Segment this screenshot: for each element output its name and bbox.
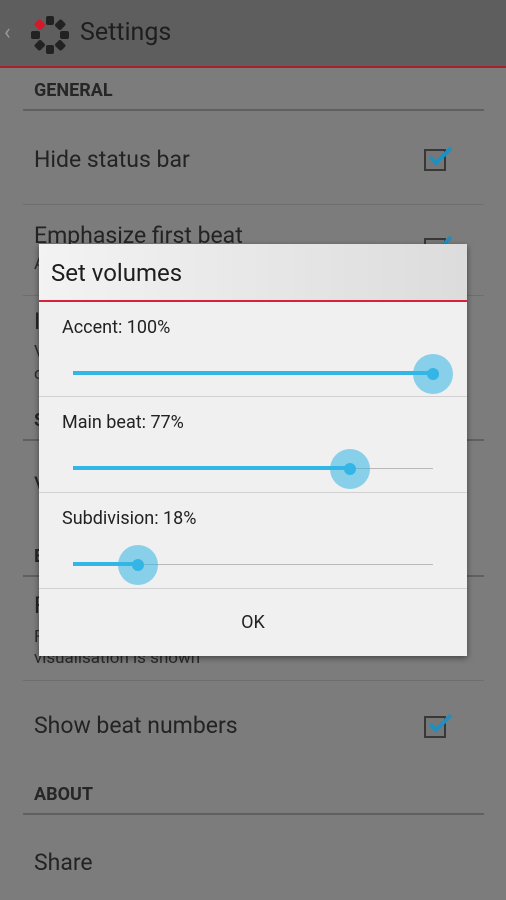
metronome-ring-icon[interactable] [28,13,72,57]
action-bar: ‹ Settings [0,0,506,68]
hide-status-bar-label[interactable]: Hide status bar [34,146,190,173]
dialog-title: Set volumes [51,259,183,287]
show-beat-numbers-checkbox[interactable] [424,713,453,738]
hide-status-bar-checkbox[interactable] [424,146,453,171]
set-volumes-dialog: Set volumes Accent: 100% Main beat: 77% … [39,244,467,656]
dialog-header: Set volumes [39,244,467,302]
accent-slider-label: Accent: 100% [62,317,171,338]
accent-slider-block: Accent: 100% [39,302,467,397]
row-divider [23,680,484,681]
row-divider [23,204,484,205]
section-divider [23,109,484,111]
accent-slider-thumb[interactable] [427,368,439,380]
share-label[interactable]: Share [34,849,93,876]
subdivision-slider-label: Subdivision: 18% [62,508,197,529]
section-header-general: GENERAL [34,80,113,101]
show-beat-numbers-label[interactable]: Show beat numbers [34,712,238,739]
main-beat-slider-fill [73,466,351,470]
section-header-about: ABOUT [34,784,94,805]
main-beat-slider-block: Main beat: 77% [39,397,467,492]
main-beat-slider-label: Main beat: 77% [62,412,184,433]
chevron-left-icon[interactable]: ‹ [4,22,16,44]
subdivision-slider-block: Subdivision: 18% [39,493,467,588]
ok-button[interactable]: OK [39,589,467,656]
subdivision-slider-thumb[interactable] [131,559,144,571]
page-title: Settings [80,18,172,47]
section-divider [23,813,484,815]
accent-slider-fill [73,371,433,375]
